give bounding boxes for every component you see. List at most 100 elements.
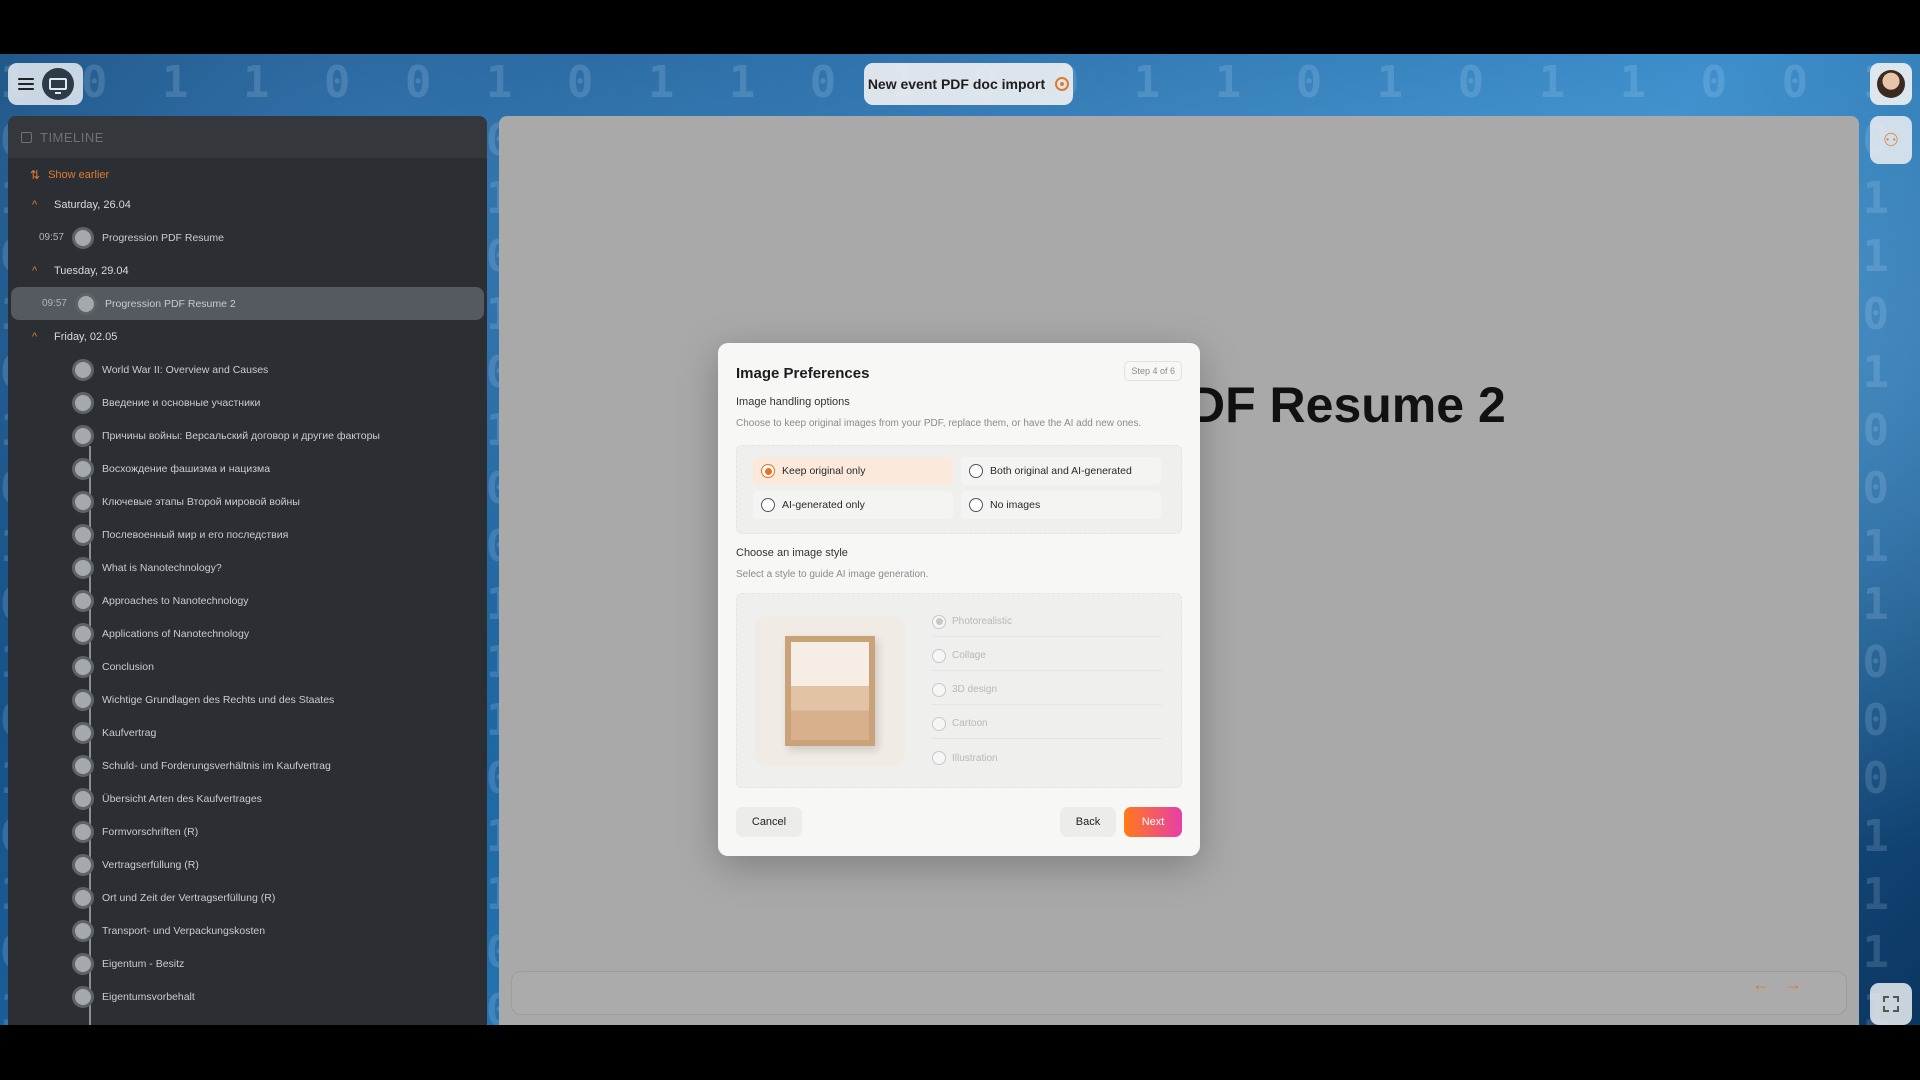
arrow-left-icon[interactable]: ← — [1752, 974, 1770, 995]
event-node-icon — [72, 391, 94, 414]
fullscreen-icon[interactable] — [1870, 983, 1912, 1025]
show-earlier-label: Show earlier — [48, 169, 110, 181]
timeline-event[interactable]: Übersicht Arten des Kaufvertrages — [8, 782, 487, 815]
sort-arrows-icon: ⇅ — [30, 168, 41, 182]
day-label: Friday, 02.05 — [54, 330, 118, 343]
radio-icon[interactable] — [932, 648, 946, 663]
style-collage[interactable]: Collage — [932, 641, 1162, 671]
event-node-icon — [72, 655, 94, 678]
style-label: Collage — [952, 650, 986, 661]
hamburger-menu-icon[interactable] — [18, 78, 34, 90]
picture-frame-icon — [785, 636, 875, 746]
event-title: Übersicht Arten des Kaufvertrages — [102, 792, 262, 805]
radio-icon[interactable] — [932, 751, 946, 765]
style-photorealistic[interactable]: Photorealistic — [932, 607, 1162, 637]
radio-icon[interactable] — [932, 716, 946, 731]
step-badge: Step 4 of 6 — [1124, 361, 1182, 381]
event-title: Послевоенный мир и его последствия — [102, 528, 289, 541]
event-node-icon — [72, 853, 94, 876]
timeline-event[interactable]: Approaches to Nanotechnology — [8, 584, 487, 617]
timeline-event-selected[interactable]: 09:57 Progression PDF Resume 2 — [11, 287, 484, 320]
timeline-event[interactable]: World War II: Overview and Causes — [8, 353, 487, 386]
event-title: Wichtige Grundlagen des Rechts und des S… — [102, 693, 335, 706]
timeline-event[interactable]: Eigentum - Besitz — [8, 947, 487, 980]
day-header[interactable]: ^ Tuesday, 29.04 — [8, 254, 487, 287]
style-label: Photorealistic — [952, 616, 1013, 627]
slide-title: DF Resume 2 — [1189, 377, 1506, 433]
day-header[interactable]: ^ Saturday, 26.04 — [8, 188, 487, 221]
timeline-event[interactable]: Ort und Zeit der Vertragserfüllung (R) — [8, 881, 487, 914]
timeline-event[interactable]: Kaufvertrag — [8, 716, 487, 749]
timeline-event[interactable]: Восхождение фашизма и нацизма — [8, 452, 487, 485]
option-ai-only[interactable]: AI-generated only — [753, 491, 953, 519]
day-label: Saturday, 26.04 — [54, 198, 131, 211]
timeline-event[interactable]: Послевоенный мир и его последствия — [8, 518, 487, 551]
event-title: Schuld- und Forderungsverhältnis im Kauf… — [102, 759, 331, 772]
day-label: Tuesday, 29.04 — [54, 264, 129, 277]
friday-events-list: World War II: Overview and Causes Введени… — [8, 353, 487, 1013]
next-button[interactable]: Next — [1124, 807, 1182, 837]
app-stage: 1 0 1 1 0 0 1 0 1 1 0 1 0 0 1 1 0 1 0 1 … — [0, 54, 1920, 1025]
user-avatar[interactable] — [1870, 63, 1912, 105]
radio-icon[interactable] — [932, 682, 946, 697]
option-label: Both original and AI-generated — [990, 465, 1132, 477]
image-preferences-dialog: Image Preferences Step 4 of 6 Image hand… — [718, 343, 1200, 856]
event-node-icon — [72, 523, 94, 546]
calendar-icon — [21, 131, 32, 143]
timeline-heading: TIMELINE — [40, 129, 104, 145]
event-node-icon — [72, 490, 94, 513]
timeline-sidebar: TIMELINE ⇅ Show earlier ^ Saturday, 26.0… — [8, 116, 487, 1025]
show-earlier-link[interactable]: ⇅ Show earlier — [8, 162, 487, 188]
event-node-icon — [72, 886, 94, 909]
radio-icon[interactable] — [969, 498, 983, 512]
event-node-icon — [75, 292, 97, 315]
event-node-icon — [72, 226, 94, 249]
timeline-event[interactable]: Eigentumsvorbehalt — [8, 980, 487, 1013]
style-cartoon[interactable]: Cartoon — [932, 709, 1162, 739]
event-title: What is Nanotechnology? — [102, 561, 222, 574]
timeline-event[interactable]: Причины войны: Версальский договор и дру… — [8, 419, 487, 452]
event-title: Eigentumsvorbehalt — [102, 990, 195, 1003]
monitor-icon[interactable] — [42, 68, 74, 100]
back-button[interactable]: Back — [1060, 807, 1116, 837]
cancel-button[interactable]: Cancel — [736, 807, 802, 837]
timeline-event[interactable]: What is Nanotechnology? — [8, 551, 487, 584]
event-node-icon — [72, 622, 94, 645]
radio-icon[interactable] — [969, 464, 983, 478]
timeline-event[interactable]: Applications of Nanotechnology — [8, 617, 487, 650]
timeline-event[interactable]: Введение и основные участники — [8, 386, 487, 419]
dialog-title: Image Preferences — [736, 365, 870, 382]
event-node-icon — [72, 688, 94, 711]
radio-selected-icon[interactable] — [932, 614, 946, 629]
event-title: Conclusion — [102, 660, 154, 673]
timeline-event[interactable]: Wichtige Grundlagen des Rechts und des S… — [8, 683, 487, 716]
day-header[interactable]: ^ Friday, 02.05 — [8, 320, 487, 353]
option-no-images[interactable]: No images — [961, 491, 1161, 519]
timeline-event[interactable]: Schuld- und Forderungsverhältnis im Kauf… — [8, 749, 487, 782]
style-preview-image — [755, 616, 905, 766]
option-label: No images — [990, 499, 1041, 511]
option-both[interactable]: Both original and AI-generated — [961, 457, 1161, 485]
event-node-icon — [72, 358, 94, 381]
style-3d-design[interactable]: 3D design — [932, 675, 1162, 705]
event-title: Ключевые этапы Второй мировой войны — [102, 495, 300, 508]
radio-icon[interactable] — [761, 498, 775, 512]
timeline-event[interactable]: Formvorschriften (R) — [8, 815, 487, 848]
timeline-event[interactable]: Ключевые этапы Второй мировой войны — [8, 485, 487, 518]
timeline-event[interactable]: Vertragserfüllung (R) — [8, 848, 487, 881]
chevron-up-icon: ^ — [32, 264, 38, 277]
radio-selected-icon[interactable] — [761, 464, 775, 478]
gear-icon[interactable] — [1055, 77, 1070, 91]
timeline-event[interactable]: Conclusion — [8, 650, 487, 683]
arrow-right-icon[interactable]: → — [1784, 974, 1802, 995]
style-illustration[interactable]: Illustration — [932, 743, 1162, 773]
event-title-pill[interactable]: New event PDF doc import — [864, 63, 1073, 105]
chevron-up-icon: ^ — [32, 198, 38, 211]
handling-title: Image handling options — [736, 396, 850, 408]
timeline-event[interactable]: 09:57 Progression PDF Resume — [8, 221, 487, 254]
option-keep-original[interactable]: Keep original only — [753, 457, 953, 485]
event-title: Eigentum - Besitz — [102, 957, 185, 970]
people-icon[interactable]: ⚇ — [1870, 116, 1912, 164]
timeline-event[interactable]: Transport- und Verpackungskosten — [8, 914, 487, 947]
style-label: Cartoon — [952, 718, 988, 729]
